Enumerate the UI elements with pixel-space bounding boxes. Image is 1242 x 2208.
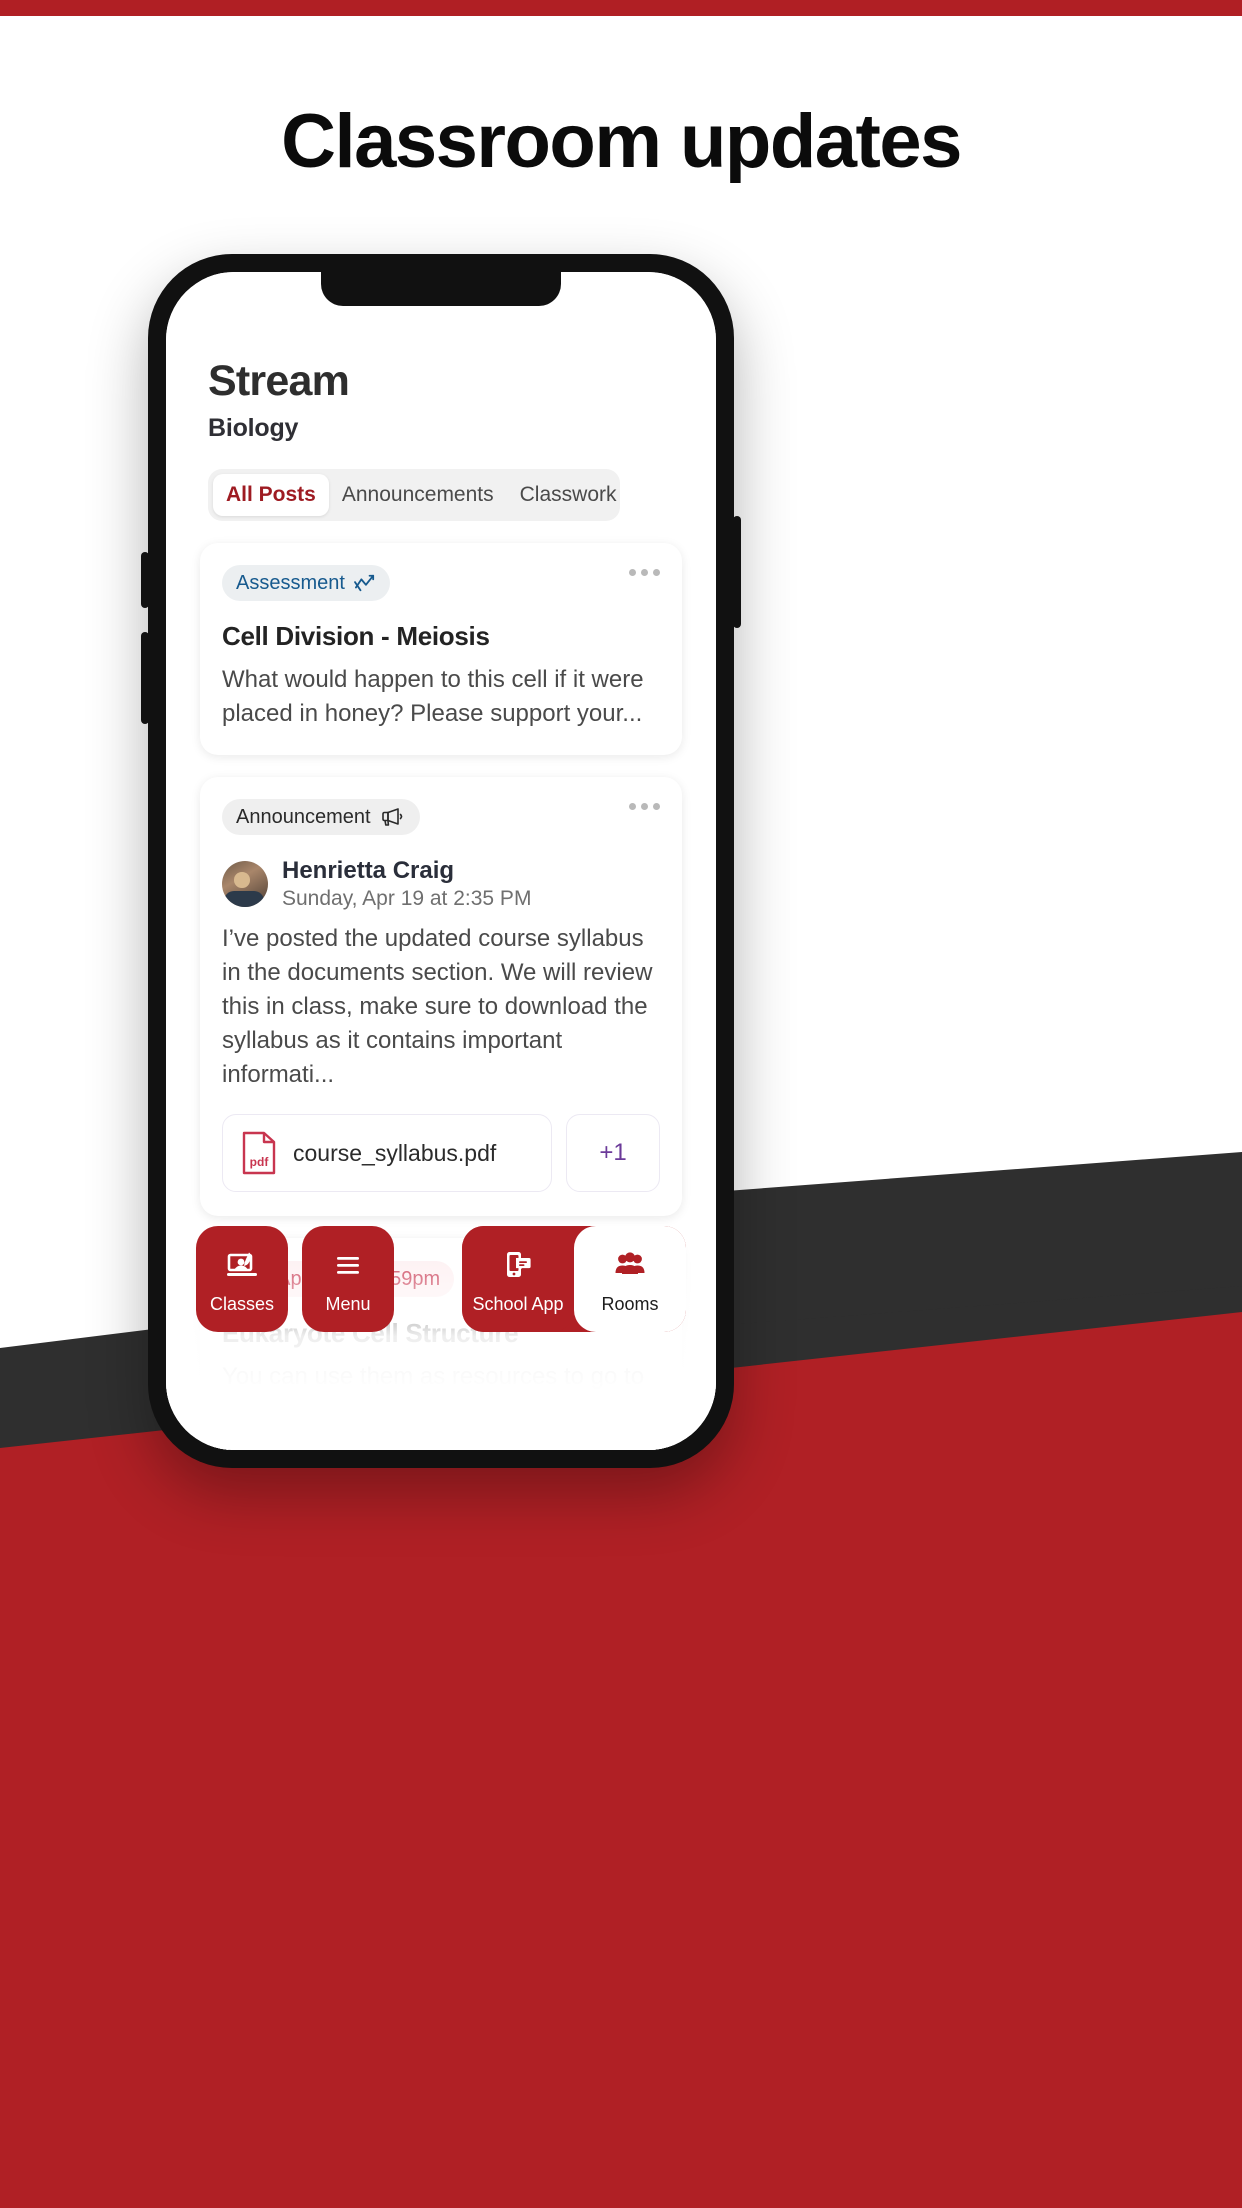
phone-chat-icon — [507, 1251, 531, 1277]
kebab-menu-icon[interactable] — [629, 803, 660, 810]
nav-label-rooms: Rooms — [601, 1293, 659, 1314]
post-body: I’ve posted the updated course syllabus … — [222, 925, 653, 1088]
post-body: You can use them as resources to go to f… — [222, 1363, 645, 1450]
nav-label-classes: Classes — [209, 1293, 275, 1314]
nav-label-menu: Menu — [325, 1293, 371, 1314]
status-badge-announcement: Announcement — [222, 799, 420, 835]
nav-group-left: Classes Menu — [196, 1226, 394, 1332]
megaphone-icon — [381, 808, 402, 826]
svg-text:pdf: pdf — [250, 1155, 270, 1169]
badge-label: Assessment — [236, 572, 345, 594]
tab-classwork[interactable]: Classwork — [507, 474, 620, 516]
status-badge-assessment: Assessment — [222, 565, 390, 601]
badge-row: Assessment — [222, 565, 660, 601]
phone-power-button — [733, 516, 741, 628]
badge-label: Announcement — [236, 806, 371, 828]
phone-volume-down-button — [141, 632, 149, 724]
top-red-band — [0, 0, 1242, 16]
attachment-item[interactable]: pdf course_syllabus.pdf — [222, 1114, 552, 1192]
kebab-menu-icon[interactable] — [629, 569, 660, 576]
phone-volume-up-button — [141, 552, 149, 608]
feed-filter-tabs[interactable]: All Posts Announcements Classwork — [208, 469, 620, 521]
screenshot-root: Classroom updates Stream Biology All Pos… — [0, 0, 1242, 2208]
nav-group-right: School App Rooms — [462, 1226, 686, 1332]
nav-label-school-app: School App — [472, 1293, 564, 1314]
badge-row: Announcement — [222, 799, 660, 835]
attachment-overflow-count[interactable]: +1 — [566, 1114, 660, 1192]
post-body: What would happen to this cell if it wer… — [222, 666, 644, 727]
avatar — [222, 861, 268, 907]
app-viewport: Stream Biology All Posts Announcements C… — [166, 272, 716, 1450]
stream-title: Stream — [208, 357, 350, 405]
phone-notch — [321, 272, 561, 306]
tab-all-posts[interactable]: All Posts — [213, 474, 329, 516]
nav-button-classes[interactable]: Classes — [196, 1226, 288, 1332]
hamburger-menu-icon — [337, 1256, 359, 1274]
post-author-row: Henrietta Craig Sunday, Apr 19 at 2:35 P… — [222, 857, 660, 911]
people-group-icon — [615, 1251, 645, 1274]
post-card-assessment[interactable]: Assessment Cell Division - Meiosis What … — [200, 543, 682, 755]
nav-button-rooms[interactable]: Rooms — [574, 1226, 686, 1332]
pdf-file-icon: pdf — [242, 1131, 276, 1175]
nav-button-menu[interactable]: Menu — [302, 1226, 394, 1332]
attachment-row: pdf course_syllabus.pdf +1 — [222, 1114, 660, 1192]
phone-screen: Stream Biology All Posts Announcements C… — [166, 272, 716, 1450]
post-title: Cell Division - Meiosis — [222, 621, 490, 651]
author-name: Henrietta Craig — [282, 857, 455, 884]
raised-hand-desk-icon — [227, 1252, 257, 1276]
post-card-announcement[interactable]: Announcement Henrietta Craig Sunday, Apr… — [200, 777, 682, 1216]
tab-announcements[interactable]: Announcements — [329, 474, 507, 516]
bottom-navigation-bar: Classes Menu School App Rooms — [166, 1226, 716, 1332]
page-title: Classroom updates — [281, 99, 962, 184]
analytics-line-chart-icon — [354, 574, 375, 592]
nav-button-school-app[interactable]: School App — [462, 1226, 574, 1332]
course-name: Biology — [208, 414, 299, 442]
attachment-filename: course_syllabus.pdf — [293, 1139, 497, 1166]
post-timestamp: Sunday, Apr 19 at 2:35 PM — [282, 887, 532, 910]
phone-mockup: Stream Biology All Posts Announcements C… — [141, 254, 741, 1468]
